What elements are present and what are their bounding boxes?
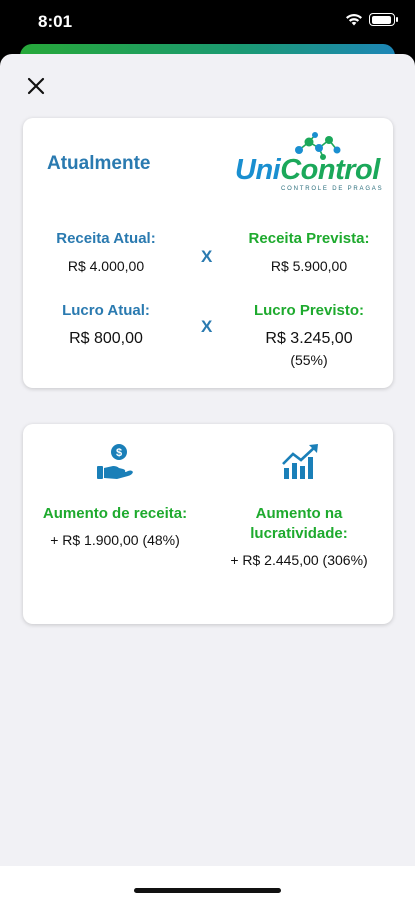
revenue-increase-label: Aumento de receita: (42, 505, 188, 522)
projected-profit-percent: (55%) (290, 352, 328, 368)
comparison-card: Atualmente UniControl CONTROLE DE PRAGAS… (23, 118, 393, 388)
projected-profit-value: R$ 3.245,00 (265, 330, 353, 347)
status-time: 8:01 (38, 12, 73, 31)
wifi-icon (346, 13, 362, 26)
svg-text:$: $ (116, 447, 122, 459)
home-indicator[interactable] (134, 888, 281, 893)
status-icons (345, 13, 398, 26)
status-bar: 8:01 (0, 0, 415, 46)
profitability-increase-value: + R$ 2.445,00 (306%) (230, 552, 368, 568)
projected-profit-label: Lucro Previsto: (253, 302, 365, 319)
bottom-bar (0, 866, 415, 900)
projected-revenue-label: Receita Prevista: (248, 230, 370, 247)
card-heading: Atualmente (47, 153, 151, 174)
money-hand-icon: $ (97, 444, 133, 479)
modal-sheet: Atualmente UniControl CONTROLE DE PRAGAS… (0, 54, 415, 900)
current-revenue-value: R$ 4.000,00 (67, 258, 145, 274)
projected-revenue-value: R$ 5.900,00 (270, 258, 348, 274)
revenue-increase-value: + R$ 1.900,00 (48%) (50, 532, 180, 548)
growth-chart-icon (282, 444, 318, 479)
close-icon (27, 77, 45, 95)
logo-wordmark: UniControl (235, 154, 380, 186)
profitability-increase-label: Aumento na lucratividade: (250, 505, 348, 542)
close-button[interactable] (22, 72, 50, 100)
current-profit-value: R$ 800,00 (69, 330, 143, 347)
profit-compare-x: X (201, 317, 213, 336)
logo-tagline: CONTROLE DE PRAGAS (281, 186, 384, 192)
battery-icon (369, 13, 398, 26)
increase-card: $ Aumento de receita: + R$ 1.900,00 (48%… (23, 424, 393, 624)
unicontrol-logo: UniControl CONTROLE DE PRAGAS (231, 132, 391, 192)
current-profit-label: Lucro Atual: (62, 302, 150, 319)
current-revenue-label: Receita Atual: (56, 230, 156, 247)
revenue-compare-x: X (201, 247, 213, 266)
